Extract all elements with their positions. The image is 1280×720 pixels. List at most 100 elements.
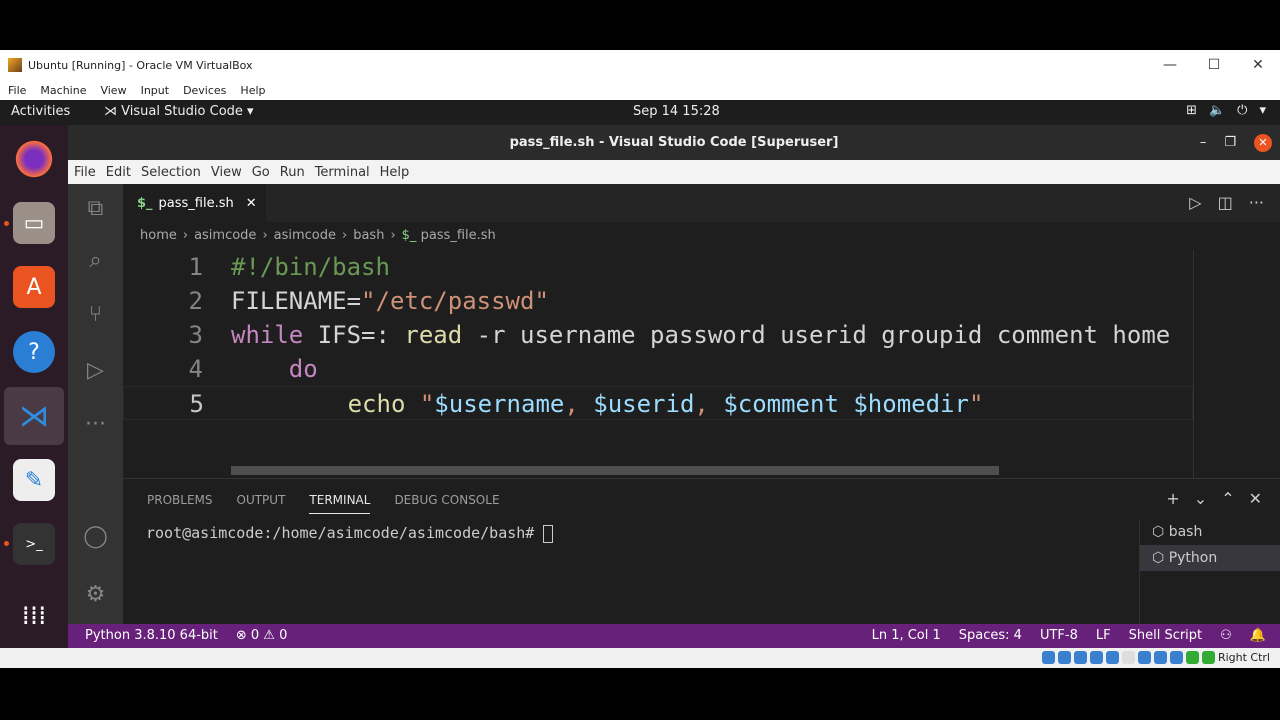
vbox-menu-help[interactable]: Help	[240, 84, 265, 97]
cursor-position[interactable]: Ln 1, Col 1	[872, 624, 941, 648]
network-icon[interactable]	[1089, 651, 1103, 664]
source-control-icon[interactable]: ⑂	[68, 302, 123, 327]
code-line[interactable]: 4 do	[123, 352, 1193, 386]
feedback-icon[interactable]: ⚇	[1220, 624, 1232, 648]
new-terminal-icon[interactable]: +	[1166, 489, 1179, 508]
files-icon[interactable]: ▭	[13, 202, 55, 244]
notifications-icon[interactable]: 🔔	[1250, 624, 1266, 648]
text-editor-icon[interactable]: ✎	[13, 459, 55, 501]
encoding[interactable]: UTF-8	[1040, 624, 1078, 648]
tab-terminal[interactable]: TERMINAL	[309, 493, 371, 514]
shell-file-icon: $_	[401, 228, 421, 243]
mouse-integration-icon[interactable]	[1185, 651, 1199, 664]
explorer-icon[interactable]: ⧉	[68, 196, 123, 221]
python-interpreter[interactable]: Python 3.8.10 64-bit	[85, 624, 218, 648]
account-icon[interactable]: ◯	[68, 524, 123, 549]
menu-help[interactable]: Help	[380, 165, 410, 180]
menu-edit[interactable]: Edit	[106, 165, 131, 180]
capture-icon[interactable]	[1153, 651, 1167, 664]
horizontal-scrollbar[interactable]	[231, 466, 999, 475]
eol[interactable]: LF	[1096, 624, 1111, 648]
app-menu[interactable]: ⋊ Visual Studio Code ▾	[104, 104, 254, 119]
audio-icon[interactable]	[1073, 651, 1087, 664]
more-icon[interactable]: ···	[68, 412, 123, 437]
vbox-menu-devices[interactable]: Devices	[183, 84, 226, 97]
code-line[interactable]: 2 FILENAME="/etc/passwd"	[123, 284, 1193, 318]
indentation[interactable]: Spaces: 4	[959, 624, 1022, 648]
help-icon[interactable]: ?	[13, 331, 55, 373]
vscode-icon: ⋊	[104, 104, 122, 119]
more-actions-icon[interactable]: ···	[1249, 193, 1264, 212]
software-icon[interactable]: A	[13, 266, 55, 308]
shared-folders-icon[interactable]	[1121, 651, 1135, 664]
run-debug-icon[interactable]: ▷	[68, 358, 123, 383]
code-line[interactable]: 3 while IFS=: read -r username password u…	[123, 318, 1193, 352]
terminal-bash[interactable]: ⬡ bash	[1140, 519, 1280, 545]
gear-icon[interactable]: ⚙	[68, 582, 123, 607]
crumb-asimcode[interactable]: asimcode	[194, 228, 256, 243]
vbox-menu-input[interactable]: Input	[141, 84, 169, 97]
close-button[interactable]: ✕	[1254, 133, 1272, 152]
display-icon[interactable]	[1137, 651, 1151, 664]
run-icon[interactable]: ▷	[1189, 193, 1201, 212]
virtualbox-titlebar: Ubuntu [Running] - Oracle VM VirtualBox	[0, 50, 1280, 80]
app-menu-label: Visual Studio Code ▾	[121, 104, 254, 119]
code-token: $userid	[593, 390, 695, 418]
power-icon: ⏻	[1237, 103, 1248, 118]
breadcrumb: home › asimcode › asimcode › bash › $_ pass_file…	[123, 222, 1280, 250]
menu-run[interactable]: Run	[280, 165, 305, 180]
close-button[interactable]: ✕	[1236, 57, 1280, 73]
code-line[interactable]: 1 #!/bin/bash	[123, 250, 1193, 284]
chevron-down-icon[interactable]: ⌄	[1194, 489, 1207, 508]
optical-icon[interactable]	[1057, 651, 1071, 664]
cpu-icon[interactable]	[1169, 651, 1183, 664]
menu-selection[interactable]: Selection	[141, 165, 201, 180]
crumb-asimcode-2[interactable]: asimcode	[274, 228, 336, 243]
terminal-output[interactable]: root@asimcode:/home/asimcode/asimcode/ba…	[146, 524, 554, 543]
vbox-menu-machine[interactable]: Machine	[40, 84, 86, 97]
window-title: Ubuntu [Running] - Oracle VM VirtualBox	[28, 58, 253, 72]
code-line[interactable]: 5 echo "$username, $userid, $comment $ho…	[123, 386, 1193, 420]
menu-terminal[interactable]: Terminal	[315, 165, 370, 180]
system-tray[interactable]: ⊞ 🔈 ⏻ ▾	[1186, 103, 1266, 118]
problems-count[interactable]: ⊗ 0 ⚠ 0	[236, 624, 288, 648]
terminal-icon[interactable]: >_	[13, 523, 55, 565]
clock[interactable]: Sep 14 15:28	[633, 104, 720, 119]
firefox-icon[interactable]	[13, 138, 55, 180]
crumb-bash[interactable]: bash	[353, 228, 384, 243]
keyboard-icon[interactable]	[1201, 651, 1215, 664]
split-editor-icon[interactable]: ◫	[1218, 193, 1233, 212]
crumb-file[interactable]: pass_file.sh	[421, 228, 496, 243]
vbox-menu-file[interactable]: File	[8, 84, 26, 97]
tab-debug-console[interactable]: DEBUG CONSOLE	[394, 493, 499, 514]
vscode-dock-icon[interactable]: ⋊	[13, 395, 55, 437]
search-icon[interactable]: ⌕	[68, 248, 123, 273]
minimap[interactable]	[1193, 250, 1280, 478]
ubuntu-dock: ▭ A ? ⋊ ✎ >_ ⁞⁞⁞	[0, 125, 68, 648]
code-token: "	[405, 390, 435, 418]
minimize-button[interactable]: —	[1148, 57, 1192, 73]
show-apps-icon[interactable]: ⁞⁞⁞	[13, 595, 55, 637]
maximize-panel-icon[interactable]: ⌃	[1221, 489, 1234, 508]
minimize-button[interactable]: –	[1200, 125, 1207, 160]
tab-output[interactable]: OUTPUT	[237, 493, 286, 514]
menu-view[interactable]: View	[211, 165, 242, 180]
usb-icon[interactable]	[1105, 651, 1119, 664]
language-mode[interactable]: Shell Script	[1129, 624, 1203, 648]
virtualbox-statusbar: Right Ctrl	[0, 648, 1280, 668]
activities-button[interactable]: Activities	[11, 104, 70, 119]
close-tab-icon[interactable]: ✕	[246, 196, 257, 211]
restore-button[interactable]: ❐	[1224, 125, 1236, 160]
tab-pass-file[interactable]: $_ pass_file.sh ✕	[123, 184, 266, 222]
terminal-python[interactable]: ⬡ Python	[1140, 545, 1280, 571]
code-token: echo	[347, 390, 406, 418]
code-editor[interactable]: 1 #!/bin/bash 2 FILENAME="/etc/passwd" 3 whil…	[123, 250, 1280, 478]
hdd-icon[interactable]	[1041, 651, 1055, 664]
vbox-menu-view[interactable]: View	[100, 84, 126, 97]
crumb-home[interactable]: home	[140, 228, 177, 243]
tab-problems[interactable]: PROBLEMS	[147, 493, 213, 514]
maximize-button[interactable]: ☐	[1192, 57, 1236, 73]
menu-go[interactable]: Go	[252, 165, 270, 180]
close-panel-icon[interactable]: ✕	[1249, 489, 1262, 508]
menu-file[interactable]: File	[74, 165, 96, 180]
